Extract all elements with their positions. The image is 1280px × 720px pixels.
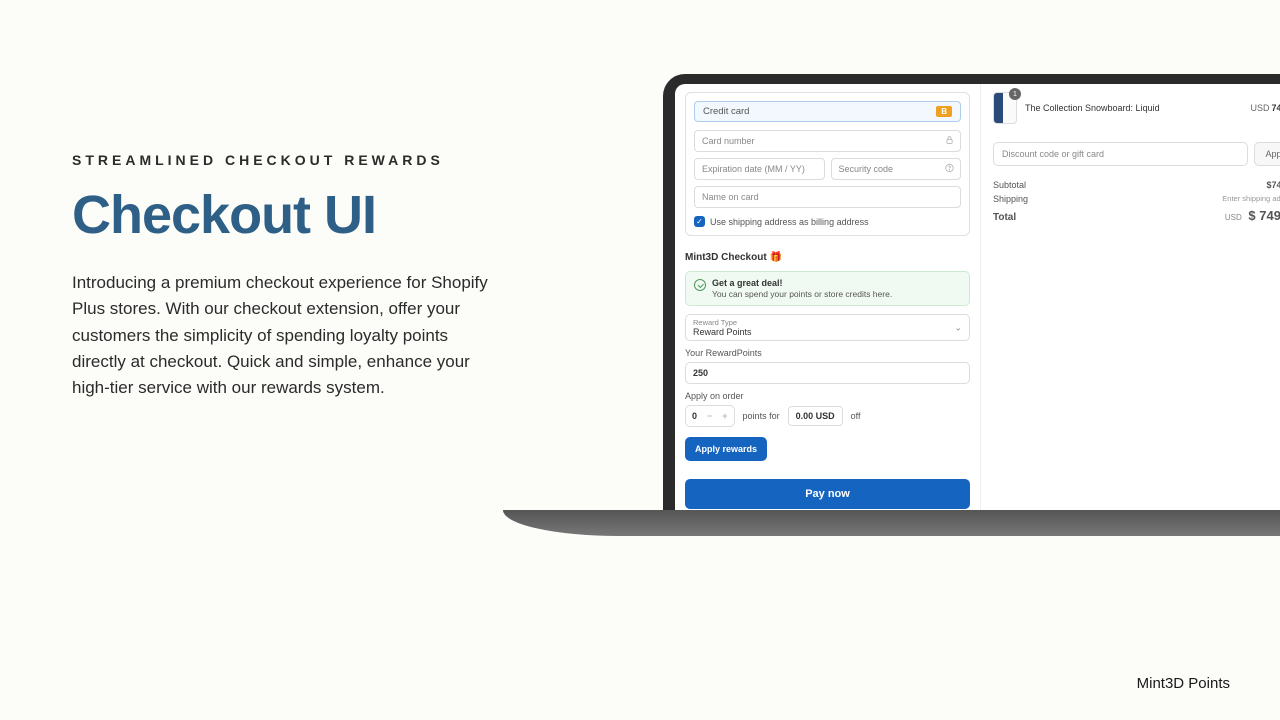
total-row: Total USD $ 749.95 [993, 208, 1280, 223]
subtotal-row: Subtotal $749.95 [993, 180, 1280, 190]
security-placeholder: Security code [839, 164, 894, 174]
billing-checkbox-label: Use shipping address as billing address [710, 217, 869, 227]
line-item-amount: 749.95 [1271, 103, 1280, 113]
headline: Checkout UI [72, 184, 502, 246]
total-currency: USD [1225, 213, 1242, 222]
quantity-badge: 1 [1009, 88, 1021, 100]
name-placeholder: Name on card [702, 192, 759, 202]
help-icon[interactable] [945, 164, 954, 175]
shipping-label: Shipping [993, 194, 1028, 204]
stepper-increment[interactable]: + [722, 411, 727, 421]
credit-card-label: Credit card [703, 106, 749, 117]
credit-card-option[interactable]: Credit card B [694, 101, 961, 122]
discount-code-input[interactable]: Discount code or gift card [993, 142, 1248, 166]
apply-row: 0 − + points for 0.00 USD off [685, 405, 970, 427]
apply-discount-button[interactable]: Apply [1254, 142, 1280, 166]
discount-row: Discount code or gift card Apply [993, 142, 1280, 166]
checkbox-checked-icon: ✓ [694, 216, 705, 227]
off-text: off [851, 411, 861, 421]
checkout-left-pane: Credit card B Card number Expiration dat… [675, 84, 981, 510]
discount-amount-box: 0.00 USD [788, 406, 843, 426]
order-summary-pane: 1 The Collection Snowboard: Liquid USD74… [981, 84, 1280, 510]
total-label: Total [993, 212, 1016, 223]
rewards-section-title: Mint3D Checkout 🎁 [685, 252, 970, 263]
subtotal-label: Subtotal [993, 180, 1026, 190]
points-balance-value: 250 [685, 362, 970, 384]
laptop-mockup: Credit card B Card number Expiration dat… [663, 74, 1280, 536]
shipping-row: Shipping Enter shipping address [993, 194, 1280, 204]
discount-amount: 0.00 [796, 411, 814, 421]
total-amount: $ 749.95 [1248, 208, 1280, 223]
chevron-down-icon: ⌄ [954, 322, 962, 333]
deal-heading: Get a great deal! [712, 278, 892, 288]
card-brand-badge: B [936, 106, 952, 117]
security-code-input[interactable]: Security code [831, 158, 962, 180]
card-number-placeholder: Card number [702, 136, 755, 146]
expiry-input[interactable]: Expiration date (MM / YY) [694, 158, 825, 180]
points-stepper[interactable]: 0 − + [685, 405, 735, 427]
stepper-value: 0 [692, 411, 697, 421]
reward-type-label: Reward Type [693, 318, 962, 327]
reward-type-value: Reward Points [693, 327, 962, 337]
credit-card-block: Credit card B Card number Expiration dat… [685, 92, 970, 236]
subtotal-value: $749.95 [1266, 180, 1280, 190]
deal-subtext: You can spend your points or store credi… [712, 289, 892, 299]
laptop-base [503, 510, 1280, 536]
screen: Credit card B Card number Expiration dat… [675, 84, 1280, 510]
summary-block: Subtotal $749.95 Shipping Enter shipping… [993, 180, 1280, 223]
points-for-text: points for [743, 411, 780, 421]
discount-currency: USD [816, 411, 835, 421]
eyebrow: STREAMLINED CHECKOUT REWARDS [72, 152, 502, 168]
billing-checkbox-row[interactable]: ✓ Use shipping address as billing addres… [694, 216, 961, 227]
reward-type-select[interactable]: Reward Type Reward Points ⌄ [685, 314, 970, 341]
product-thumbnail: 1 [993, 92, 1017, 124]
shipping-note: Enter shipping address [1222, 194, 1280, 204]
rewards-title-text: Mint3D Checkout [685, 252, 767, 263]
line-item: 1 The Collection Snowboard: Liquid USD74… [993, 92, 1280, 124]
card-number-input[interactable]: Card number [694, 130, 961, 152]
product-name: The Collection Snowboard: Liquid [1025, 103, 1242, 113]
marketing-copy: Introducing a premium checkout experienc… [72, 270, 502, 402]
gift-icon: 🎁 [769, 252, 781, 263]
expiry-placeholder: Expiration date (MM / YY) [702, 164, 805, 174]
check-circle-icon [694, 279, 706, 291]
line-item-currency: USD [1250, 103, 1269, 113]
lock-icon [945, 136, 954, 147]
points-balance-label: Your RewardPoints [685, 348, 970, 358]
line-item-price: USD749.95 [1250, 103, 1280, 113]
name-on-card-input[interactable]: Name on card [694, 186, 961, 208]
pay-now-button[interactable]: Pay now [685, 479, 970, 509]
screen-bezel: Credit card B Card number Expiration dat… [663, 74, 1280, 510]
apply-on-order-label: Apply on order [685, 391, 970, 401]
footer-brand: Mint3D Points [1137, 675, 1230, 692]
marketing-column: STREAMLINED CHECKOUT REWARDS Checkout UI… [72, 152, 502, 402]
apply-rewards-button[interactable]: Apply rewards [685, 437, 767, 461]
deal-banner: Get a great deal! You can spend your poi… [685, 271, 970, 306]
stepper-decrement[interactable]: − [707, 411, 712, 421]
